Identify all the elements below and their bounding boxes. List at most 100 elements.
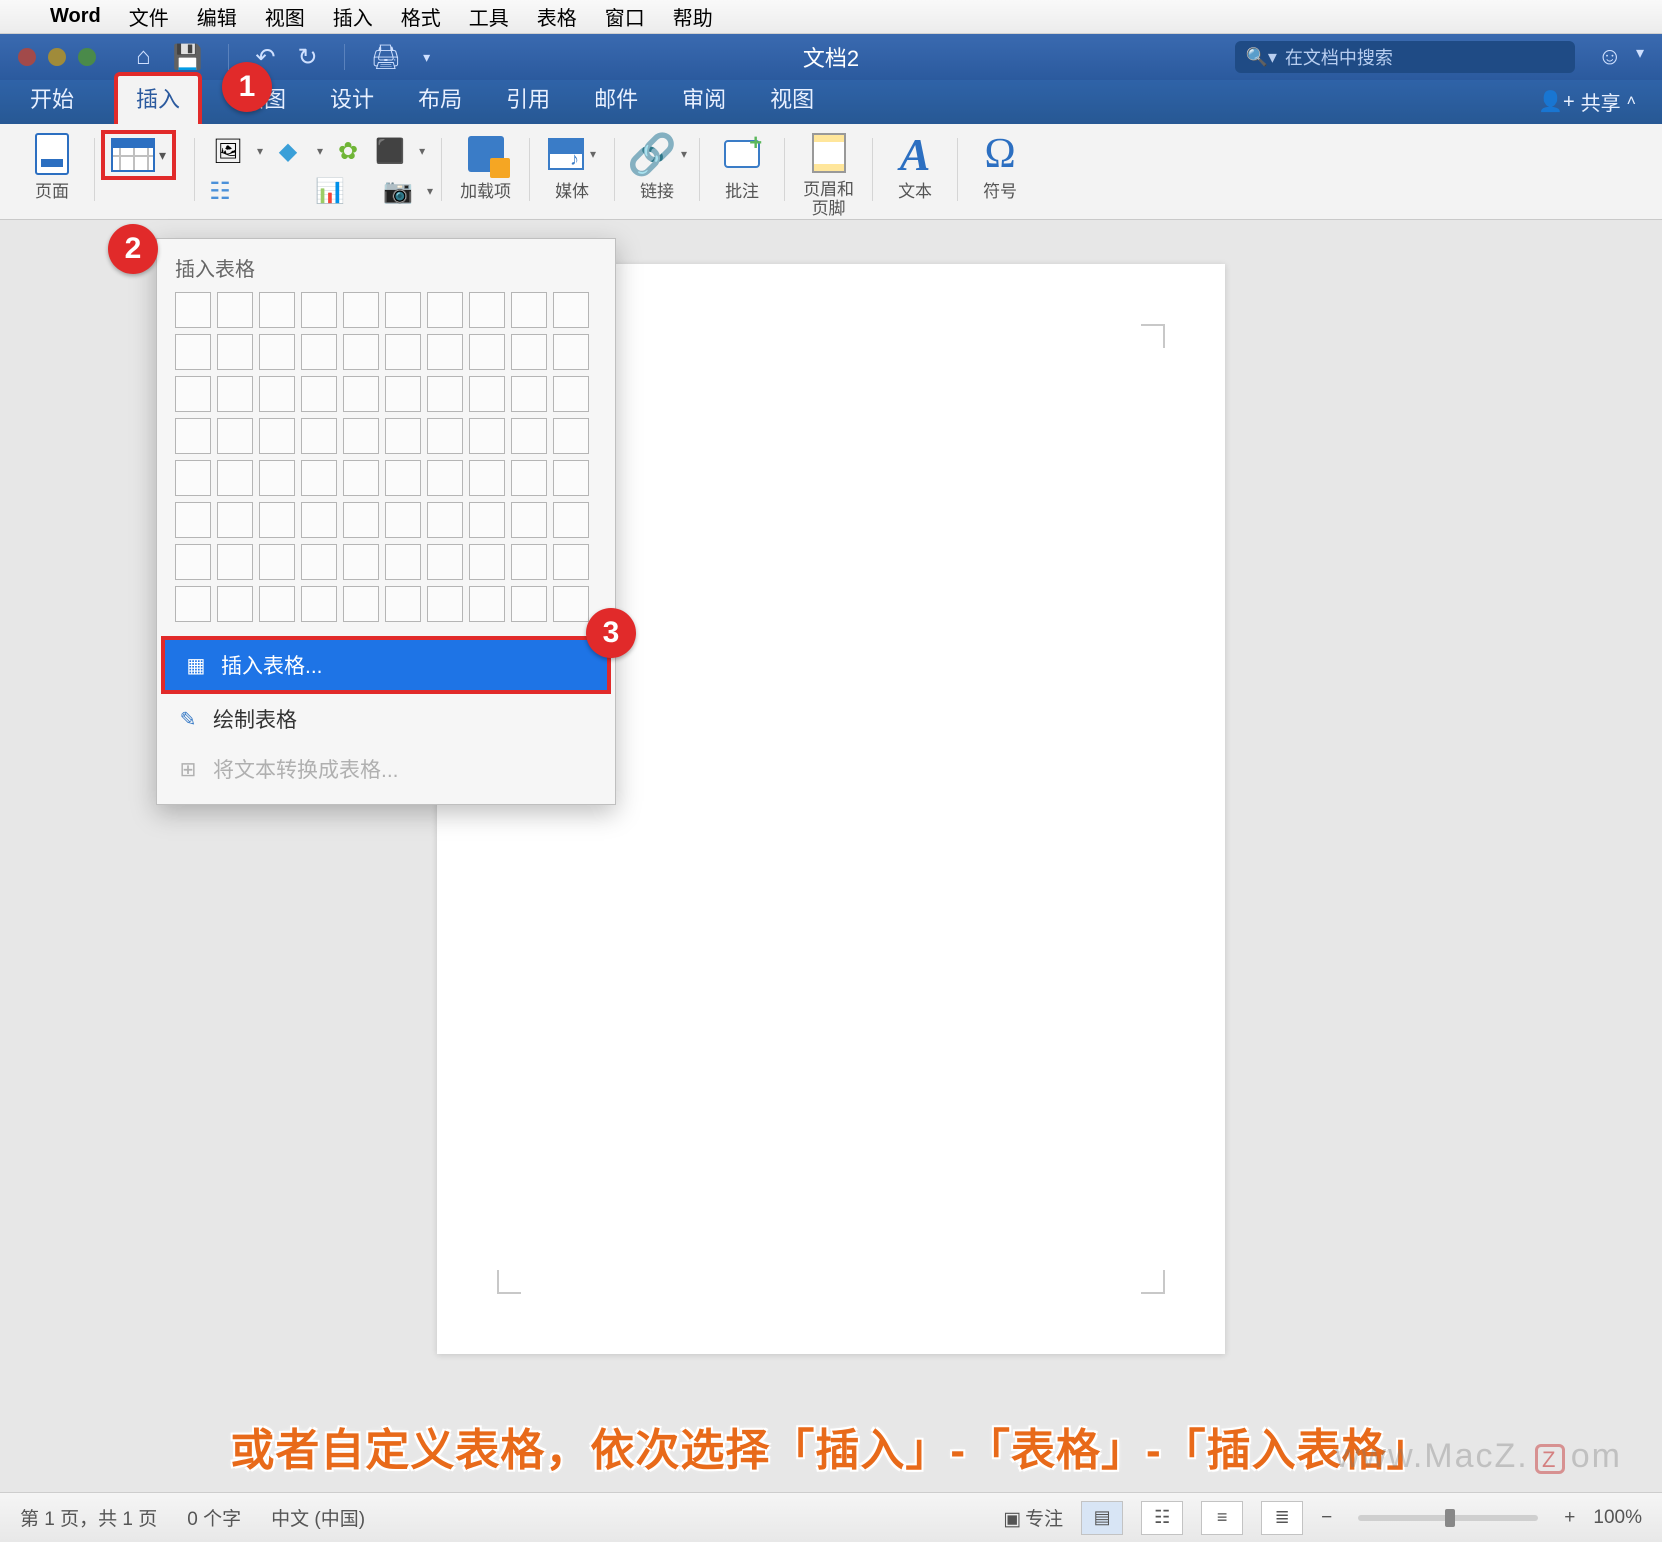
focus-mode-label[interactable]: ▣专注 <box>1003 1504 1063 1531</box>
print-layout-view-button[interactable]: ▤ <box>1081 1501 1123 1535</box>
grid-cell[interactable] <box>343 544 379 580</box>
tab-review[interactable]: 审阅 <box>678 76 730 124</box>
grid-cell[interactable] <box>175 460 211 496</box>
grid-cell[interactable] <box>427 376 463 412</box>
grid-cell[interactable] <box>511 544 547 580</box>
grid-cell[interactable] <box>343 376 379 412</box>
tab-design[interactable]: 设计 <box>326 76 378 124</box>
grid-cell[interactable] <box>553 502 589 538</box>
grid-cell[interactable] <box>385 334 421 370</box>
grid-cell[interactable] <box>511 376 547 412</box>
menubar-tools[interactable]: 工具 <box>469 2 509 31</box>
grid-cell[interactable] <box>217 460 253 496</box>
draw-table-menuitem[interactable]: ✎ 绘制表格 <box>157 694 615 744</box>
grid-cell[interactable] <box>175 292 211 328</box>
grid-cell[interactable] <box>301 544 337 580</box>
close-window-button[interactable] <box>18 48 36 66</box>
grid-cell[interactable] <box>385 418 421 454</box>
grid-cell[interactable] <box>553 418 589 454</box>
grid-cell[interactable] <box>175 502 211 538</box>
tab-layout[interactable]: 布局 <box>414 76 466 124</box>
grid-cell[interactable] <box>511 460 547 496</box>
zoom-percent[interactable]: 100% <box>1593 1507 1642 1529</box>
insert-table-menuitem[interactable]: ▦ 插入表格... <box>161 636 611 694</box>
grid-cell[interactable] <box>259 544 295 580</box>
grid-cell[interactable] <box>343 334 379 370</box>
grid-cell[interactable] <box>217 544 253 580</box>
grid-cell[interactable] <box>385 544 421 580</box>
menubar-edit[interactable]: 编辑 <box>197 2 237 31</box>
zoom-slider[interactable] <box>1358 1515 1538 1521</box>
grid-cell[interactable] <box>301 502 337 538</box>
menubar-insert[interactable]: 插入 <box>333 2 373 31</box>
grid-cell[interactable] <box>427 460 463 496</box>
account-icon[interactable]: ☺ <box>1597 43 1622 71</box>
grid-cell[interactable] <box>301 376 337 412</box>
grid-cell[interactable] <box>427 586 463 622</box>
grid-cell[interactable] <box>511 292 547 328</box>
smartart-icon[interactable]: ☷ <box>203 174 237 208</box>
group-links[interactable]: 🔗▾ 链接 <box>615 130 699 219</box>
group-text[interactable]: A 文本 <box>873 130 957 219</box>
grid-cell[interactable] <box>343 460 379 496</box>
grid-cell[interactable] <box>343 502 379 538</box>
grid-cell[interactable] <box>217 502 253 538</box>
grid-cell[interactable] <box>175 418 211 454</box>
menubar-help[interactable]: 帮助 <box>673 2 713 31</box>
grid-cell[interactable] <box>343 418 379 454</box>
grid-cell[interactable] <box>469 502 505 538</box>
grid-cell[interactable] <box>553 334 589 370</box>
zoom-in-button[interactable]: + <box>1564 1507 1575 1529</box>
zoom-out-button[interactable]: − <box>1321 1507 1332 1529</box>
collapse-ribbon-icon[interactable]: ˄ <box>1627 93 1636 111</box>
grid-cell[interactable] <box>301 586 337 622</box>
grid-cell[interactable] <box>259 292 295 328</box>
menubar-app-name[interactable]: Word <box>50 5 101 28</box>
menubar-view[interactable]: 视图 <box>265 2 305 31</box>
grid-cell[interactable] <box>553 376 589 412</box>
group-media[interactable]: ▾ 媒体 <box>530 130 614 219</box>
grid-cell[interactable] <box>427 418 463 454</box>
status-language[interactable]: 中文 (中国) <box>271 1504 365 1531</box>
grid-cell[interactable] <box>553 586 589 622</box>
status-page-info[interactable]: 第 1 页，共 1 页 <box>20 1504 157 1531</box>
zoom-window-button[interactable] <box>78 48 96 66</box>
group-headerfooter[interactable]: 页眉和 页脚 <box>785 130 872 219</box>
grid-cell[interactable] <box>259 586 295 622</box>
grid-cell[interactable] <box>217 334 253 370</box>
chart-icon[interactable]: 📊 <box>313 174 347 208</box>
grid-cell[interactable] <box>511 334 547 370</box>
grid-cell[interactable] <box>217 292 253 328</box>
grid-cell[interactable] <box>553 292 589 328</box>
group-addins[interactable]: 加载项 <box>442 130 529 219</box>
status-word-count[interactable]: 0 个字 <box>187 1504 241 1531</box>
tab-home[interactable]: 开始 <box>26 76 78 124</box>
menubar-table[interactable]: 表格 <box>537 2 577 31</box>
grid-cell[interactable] <box>385 376 421 412</box>
menubar-file[interactable]: 文件 <box>129 2 169 31</box>
group-page[interactable]: 页面 <box>10 130 94 219</box>
grid-cell[interactable] <box>301 418 337 454</box>
chevron-down-icon[interactable]: ▾ <box>1636 43 1644 71</box>
qat-customize-icon[interactable]: ▾ <box>423 49 430 66</box>
home-icon[interactable]: ⌂ <box>136 43 151 71</box>
share-button[interactable]: 👤+ 共享 ˄ <box>1538 87 1636 124</box>
grid-cell[interactable] <box>553 544 589 580</box>
grid-cell[interactable] <box>175 376 211 412</box>
grid-cell[interactable] <box>511 418 547 454</box>
grid-cell[interactable] <box>427 544 463 580</box>
grid-cell[interactable] <box>385 460 421 496</box>
grid-cell[interactable] <box>427 292 463 328</box>
grid-cell[interactable] <box>511 586 547 622</box>
grid-cell[interactable] <box>427 334 463 370</box>
save-icon[interactable]: 💾 <box>173 43 203 72</box>
grid-cell[interactable] <box>301 292 337 328</box>
icons-icon[interactable]: ✿ <box>331 134 365 168</box>
pictures-icon[interactable]: 🖼 <box>211 134 245 168</box>
grid-cell[interactable] <box>469 544 505 580</box>
table-button[interactable]: ▾ <box>101 130 176 180</box>
grid-cell[interactable] <box>469 292 505 328</box>
draft-view-button[interactable]: ≣ <box>1261 1501 1303 1535</box>
grid-cell[interactable] <box>259 418 295 454</box>
grid-cell[interactable] <box>175 586 211 622</box>
